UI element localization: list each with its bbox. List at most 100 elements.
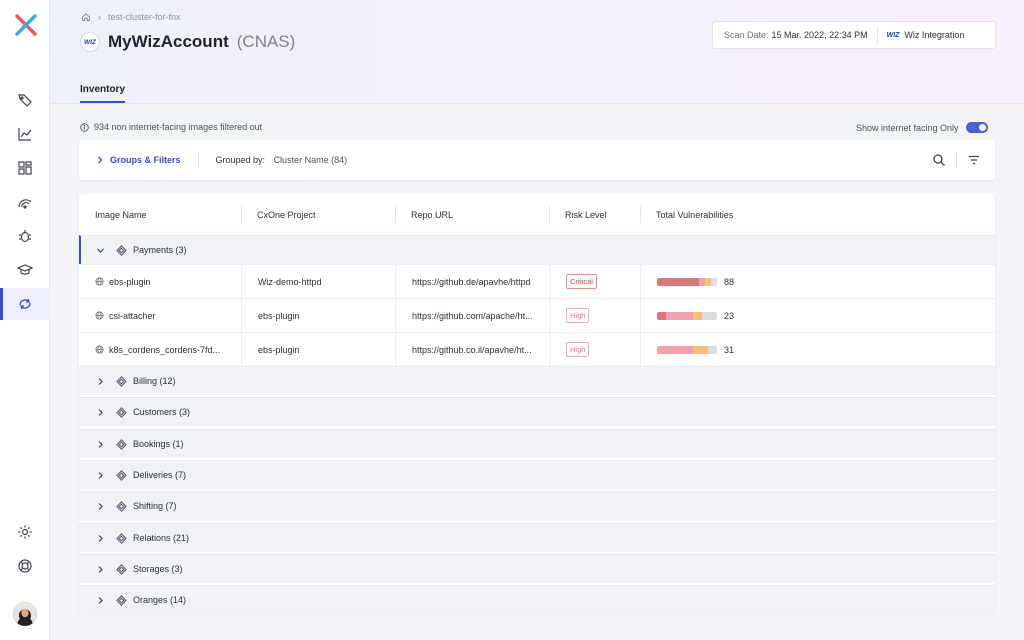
vulnerability-bar-segment	[693, 311, 702, 320]
cell-image-name: k8s_cordens_cordens-7fd...	[79, 333, 241, 367]
column-header-cxone-project[interactable]: CxOne Project	[241, 194, 395, 235]
group-row[interactable]: Storages (3)	[79, 554, 995, 583]
chart-line-icon	[18, 128, 32, 141]
cell-project: Wiz-demo-httpd	[241, 264, 395, 299]
chevron-right-icon	[98, 596, 103, 604]
group-row[interactable]: Relations (21)	[79, 523, 995, 552]
vulnerability-count: 31	[724, 344, 735, 355]
toolbar: Groups & Filters Grouped by: Cluster Nam…	[79, 140, 995, 180]
group-row[interactable]: Shifting (7)	[79, 491, 995, 520]
column-header-repo-url[interactable]: Repo URL	[395, 194, 549, 235]
group-label: Shifting (7)	[133, 501, 177, 511]
wiz-logo-icon: WIZ	[80, 32, 100, 52]
wiz-integration-logo-icon: WIZ	[886, 31, 900, 39]
nav-dashboard[interactable]	[0, 152, 50, 184]
cell-risk-level: High	[549, 332, 640, 367]
nav-tags[interactable]	[0, 84, 50, 116]
image-name: ebs-plugin	[109, 276, 151, 287]
cell-repo-url[interactable]: https://github.com/apache/ht...	[395, 298, 549, 333]
toolbar-actions	[932, 152, 981, 168]
app-logo-icon[interactable]	[13, 12, 39, 38]
tab-inventory[interactable]: Inventory	[80, 84, 126, 103]
title-row: WIZ MyWizAccount (CNAS)	[80, 32, 295, 52]
group-row-payments[interactable]: Payments (3)	[79, 235, 995, 264]
chevron-right-icon	[98, 377, 103, 385]
cluster-icon	[116, 469, 127, 481]
vulnerability-bar-segment	[708, 345, 717, 354]
filter-icon[interactable]	[967, 153, 981, 167]
cell-risk-level: High	[549, 298, 640, 333]
cluster-icon	[116, 375, 127, 387]
cell-image-name: ebs-plugin	[79, 265, 241, 299]
vulnerability-count: 23	[724, 310, 735, 321]
table-row[interactable]: k8s_cordens_cordens-7fd... ebs-plugin ht…	[79, 332, 995, 367]
table-row[interactable]: csi-attacher ebs-plugin https://github.c…	[79, 298, 995, 333]
internet-facing-toggle-group: Show internet facing Only	[856, 122, 988, 133]
chevron-down-icon	[97, 248, 104, 253]
cell-total-vulnerabilities: 31	[640, 332, 995, 367]
cluster-icon	[116, 438, 127, 450]
vulnerability-bar	[657, 345, 717, 354]
nav-analytics[interactable]	[0, 118, 50, 150]
globe-icon	[95, 277, 104, 286]
cell-repo-url[interactable]: https://github.de/apavhe/httpd	[395, 264, 549, 299]
graduation-cap-icon	[17, 264, 33, 275]
scan-date-value: 15 Mar. 2022, 22:34 PM	[771, 30, 868, 40]
wiz-integration-link[interactable]: Wiz Integration	[904, 30, 964, 40]
home-icon[interactable]	[81, 12, 91, 22]
risk-badge: Critical	[566, 274, 597, 289]
cluster-icon	[116, 244, 127, 256]
nav-cloud-native[interactable]	[0, 288, 50, 320]
sidebar	[0, 0, 50, 640]
dashboard-icon	[18, 161, 32, 175]
divider	[956, 152, 957, 168]
vulnerability-bar-segment	[711, 277, 717, 286]
group-label: Oranges (14)	[133, 595, 187, 605]
grouped-by-label: Grouped by:	[215, 155, 266, 165]
groups-filters-button[interactable]: Groups & Filters	[96, 155, 181, 165]
scan-date-label: Scan Date:	[724, 30, 769, 40]
chevron-right-icon	[98, 502, 103, 510]
nav-vulnerabilities[interactable]	[0, 220, 50, 252]
bug-icon	[19, 230, 31, 243]
internet-facing-toggle-label: Show internet facing Only	[856, 122, 959, 133]
info-icon	[80, 122, 89, 132]
cell-project: ebs-plugin	[241, 332, 395, 367]
cell-image-name: csi-attacher	[79, 299, 241, 333]
nav-help[interactable]	[0, 550, 50, 582]
nav-scans[interactable]	[0, 186, 50, 218]
chevron-right-icon	[98, 471, 103, 479]
breadcrumb-cluster[interactable]: test-cluster-for-fnx	[108, 12, 181, 22]
vulnerability-count: 88	[724, 276, 735, 287]
tags-icon	[18, 94, 32, 107]
cell-risk-level: Critical	[549, 264, 640, 299]
table-row[interactable]: ebs-plugin Wiz-demo-httpd https://github…	[79, 264, 995, 299]
search-icon[interactable]	[932, 153, 946, 167]
vulnerability-bar-segment	[657, 345, 693, 354]
breadcrumb: › test-cluster-for-fnx	[81, 12, 181, 22]
cluster-icon	[116, 406, 127, 418]
cluster-icon	[116, 563, 127, 575]
nav-settings[interactable]	[0, 516, 50, 548]
column-header-risk-level[interactable]: Risk Level	[549, 194, 640, 235]
scan-info-box: Scan Date: 15 Mar. 2022, 22:34 PM WIZ Wi…	[712, 21, 996, 49]
vulnerability-bar-segment	[666, 311, 693, 320]
internet-facing-toggle[interactable]	[965, 122, 988, 133]
vulnerability-bar	[657, 277, 717, 286]
chevron-right-icon	[98, 156, 103, 164]
group-row[interactable]: Oranges (14)	[79, 585, 995, 614]
group-row[interactable]: Billing (12)	[79, 366, 995, 395]
risk-badge: High	[566, 342, 590, 357]
group-row[interactable]: Customers (3)	[79, 397, 995, 426]
nav-learning[interactable]	[0, 254, 50, 286]
chevron-right-icon	[98, 440, 103, 448]
group-row[interactable]: Deliveries (7)	[79, 460, 995, 489]
column-header-image-name[interactable]: Image Name	[79, 194, 241, 235]
column-header-total-vulnerabilities[interactable]: Total Vulnerabilities	[640, 194, 995, 235]
vulnerability-bar-segment	[657, 277, 699, 286]
cluster-icon	[116, 532, 127, 544]
cell-repo-url[interactable]: https://github.co.il/apavhe/ht...	[395, 332, 549, 367]
avatar[interactable]	[13, 602, 37, 626]
grouped-by-value[interactable]: Cluster Name (84)	[274, 155, 348, 165]
group-row[interactable]: Bookings (1)	[79, 429, 995, 458]
